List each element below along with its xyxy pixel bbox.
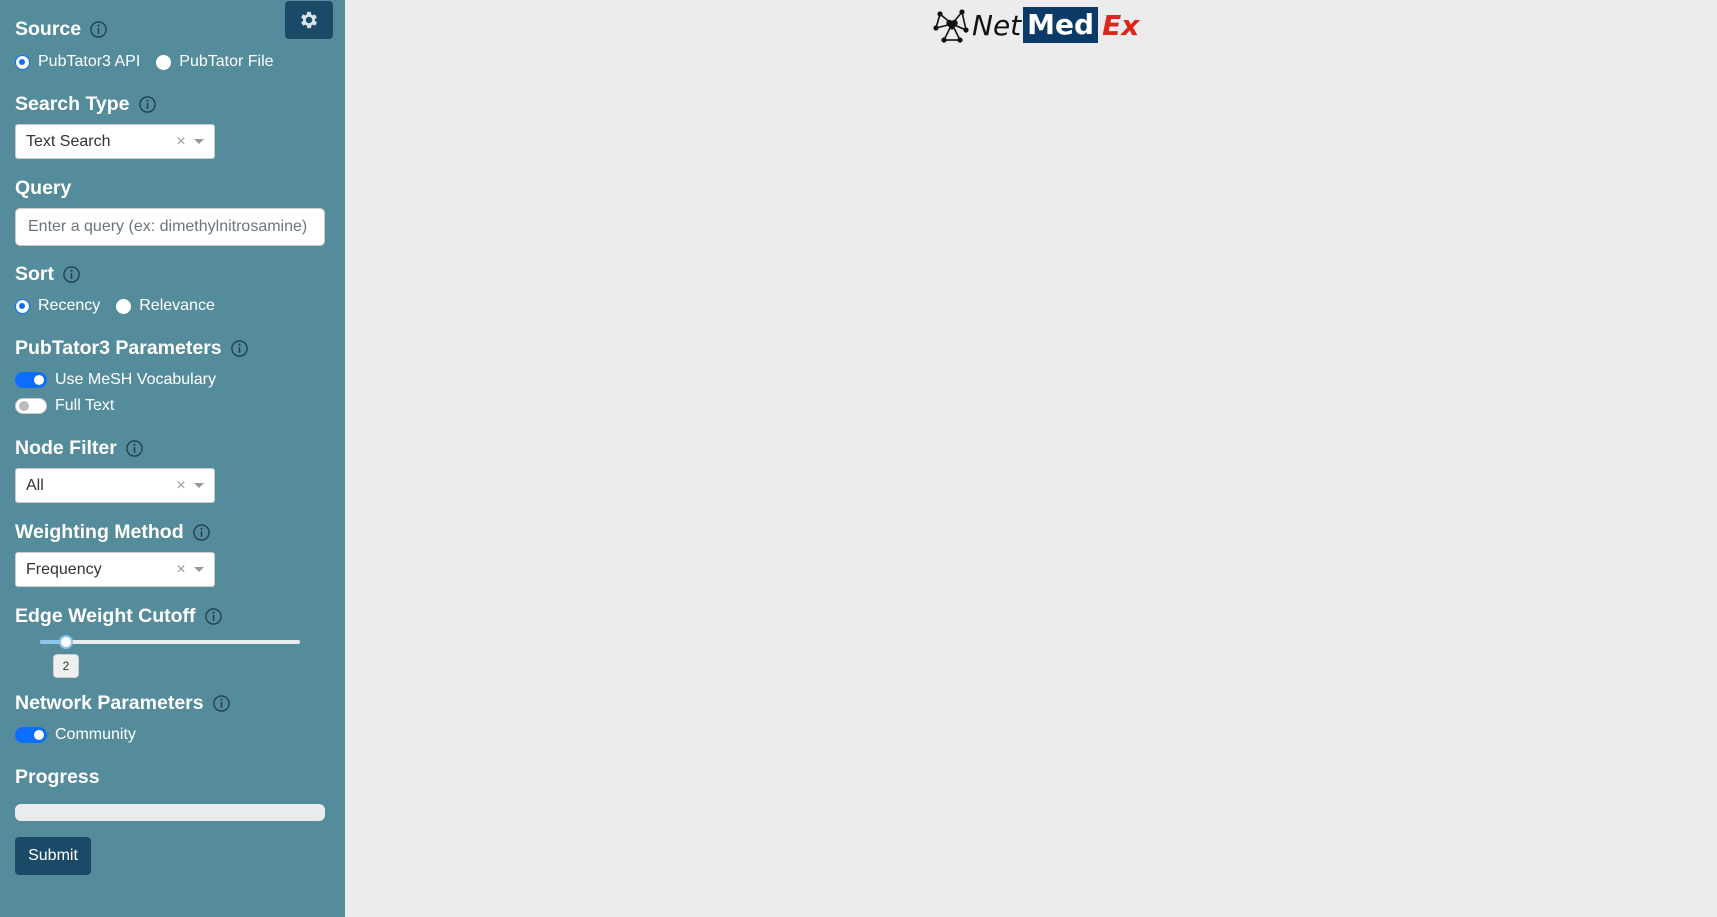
node-filter-heading: Node Filter	[15, 437, 144, 460]
node-filter-select[interactable]: All ×	[15, 468, 215, 503]
query-heading: Query	[15, 177, 71, 200]
netmedex-logo: Net Med Ex	[932, 5, 1139, 45]
source-option-label: PubTator3 API	[38, 53, 141, 70]
toggle-switch[interactable]	[15, 372, 47, 388]
node-filter-title: Node Filter	[15, 437, 117, 459]
toggle-switch[interactable]	[15, 398, 47, 414]
chevron-down-icon[interactable]	[194, 483, 204, 488]
main-panel: Net Med Ex	[345, 0, 1717, 917]
search-type-heading: Search Type	[15, 93, 157, 116]
radio-unselected[interactable]	[116, 298, 132, 314]
community-toggle[interactable]: Community	[15, 726, 136, 744]
clear-icon[interactable]: ×	[172, 133, 190, 151]
source-heading: Source	[15, 18, 108, 41]
sort-option-recency[interactable]: Recency	[15, 297, 100, 315]
source-radio-group: PubTator3 API PubTator File	[15, 53, 290, 71]
node-filter-value: All	[26, 476, 44, 494]
edge-weight-cutoff-heading: Edge Weight Cutoff	[15, 605, 223, 628]
edge-weight-slider-track[interactable]	[40, 640, 300, 644]
logo-text-med: Med	[1023, 7, 1099, 43]
radio-selected[interactable]	[15, 298, 30, 314]
search-type-value: Text Search	[26, 132, 111, 150]
sort-heading: Sort	[15, 263, 81, 286]
progress-title: Progress	[15, 766, 100, 788]
search-type-select[interactable]: Text Search ×	[15, 124, 215, 159]
source-option-file[interactable]: PubTator File	[156, 53, 274, 71]
pubtator-params-title: PubTator3 Parameters	[15, 337, 222, 359]
info-icon[interactable]	[230, 339, 249, 358]
full-text-toggle[interactable]: Full Text	[15, 397, 114, 415]
toggle-label: Community	[55, 726, 136, 743]
slider-value-tooltip: 2	[53, 654, 79, 678]
search-type-title: Search Type	[15, 93, 130, 115]
settings-button[interactable]	[285, 1, 333, 39]
edge-weight-cutoff-title: Edge Weight Cutoff	[15, 605, 196, 627]
sort-option-label: Recency	[38, 297, 101, 314]
info-icon[interactable]	[62, 265, 81, 284]
submit-button[interactable]: Submit	[15, 837, 91, 875]
query-title: Query	[15, 177, 72, 199]
network-graph-icon	[933, 9, 969, 43]
progress-bar	[15, 804, 325, 821]
logo-text-ex: Ex	[1102, 8, 1140, 42]
weighting-method-select[interactable]: Frequency ×	[15, 552, 215, 587]
sort-option-label: Relevance	[139, 297, 215, 314]
source-option-label: PubTator File	[179, 53, 274, 70]
info-icon[interactable]	[125, 439, 144, 458]
sort-radio-group: Recency Relevance	[15, 297, 231, 315]
chevron-down-icon[interactable]	[194, 139, 204, 144]
query-input[interactable]	[15, 208, 325, 246]
clear-icon[interactable]: ×	[172, 477, 190, 495]
edge-weight-slider-handle[interactable]	[59, 635, 73, 649]
weighting-method-heading: Weighting Method	[15, 521, 211, 544]
network-params-heading: Network Parameters	[15, 692, 231, 715]
sidebar: Source PubTator3 API PubTator File Searc…	[0, 0, 345, 917]
source-option-api[interactable]: PubTator3 API	[15, 53, 140, 71]
progress-heading: Progress	[15, 766, 100, 789]
weighting-method-title: Weighting Method	[15, 521, 184, 543]
sort-title: Sort	[15, 263, 54, 285]
info-icon[interactable]	[89, 20, 108, 39]
source-title: Source	[15, 18, 82, 40]
info-icon[interactable]	[192, 523, 211, 542]
toggle-switch[interactable]	[15, 727, 47, 743]
gear-icon	[301, 11, 317, 29]
sort-option-relevance[interactable]: Relevance	[116, 297, 215, 315]
info-icon[interactable]	[212, 694, 231, 713]
mesh-vocabulary-toggle[interactable]: Use MeSH Vocabulary	[15, 371, 216, 389]
toggle-label: Use MeSH Vocabulary	[55, 371, 216, 388]
info-icon[interactable]	[138, 95, 157, 114]
radio-selected[interactable]	[15, 54, 30, 70]
toggle-label: Full Text	[55, 397, 115, 414]
chevron-down-icon[interactable]	[194, 567, 204, 572]
logo-text-net: Net	[972, 8, 1022, 42]
pubtator-params-heading: PubTator3 Parameters	[15, 337, 249, 360]
weighting-method-value: Frequency	[26, 560, 102, 578]
network-params-title: Network Parameters	[15, 692, 204, 714]
info-icon[interactable]	[204, 607, 223, 626]
clear-icon[interactable]: ×	[172, 561, 190, 579]
radio-unselected[interactable]	[156, 54, 172, 70]
